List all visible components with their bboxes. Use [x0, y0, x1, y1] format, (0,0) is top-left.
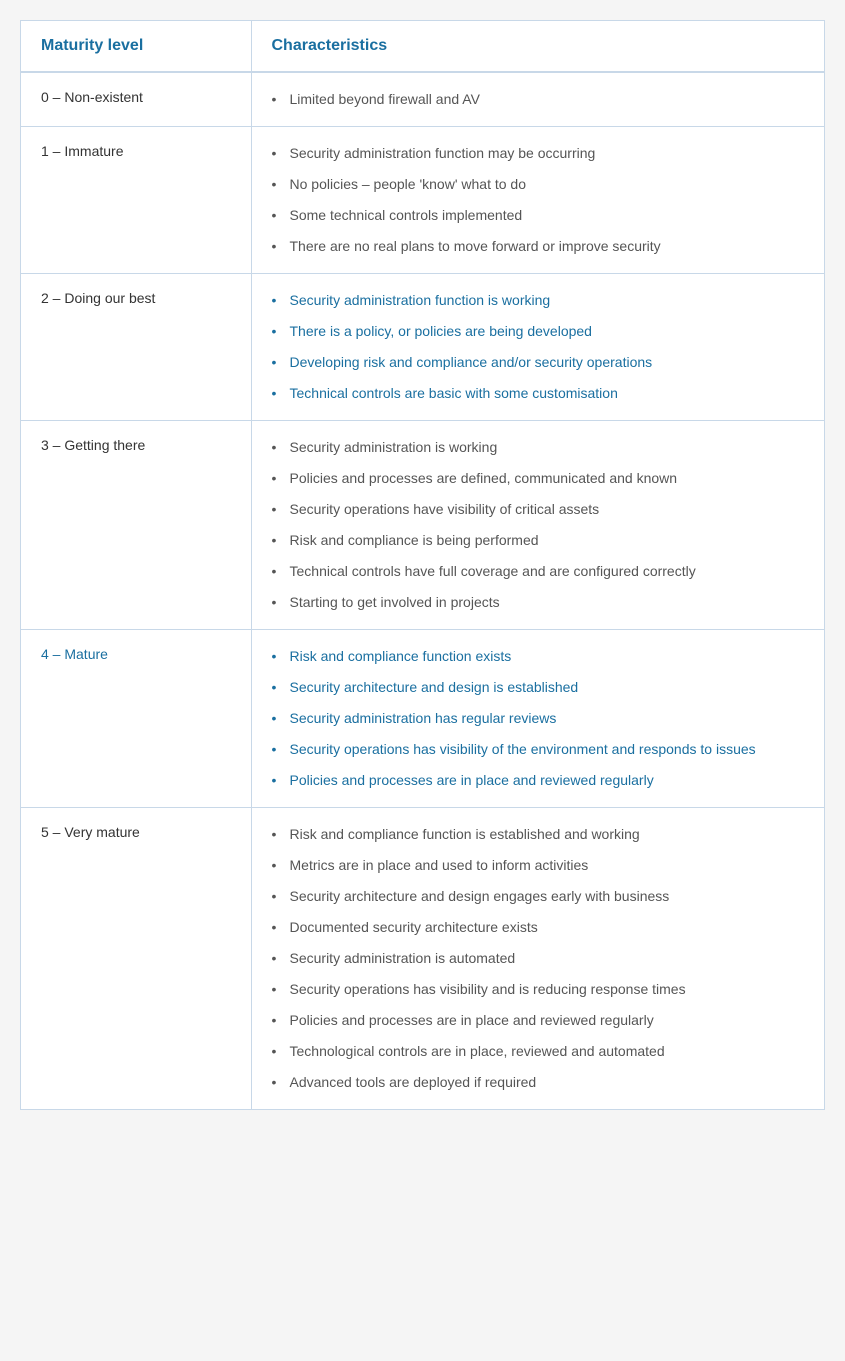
table-row: 1 – Immature Security administration func…	[21, 127, 824, 274]
maturity-table: Maturity level Characteristics 0 – Non-e…	[20, 20, 825, 1110]
list-item: There is a policy, or policies are being…	[272, 321, 805, 342]
table-header: Maturity level Characteristics	[21, 21, 824, 72]
list-item: Some technical controls implemented	[272, 205, 805, 226]
list-item: Security administration function may be …	[272, 143, 805, 164]
list-item: Security administration function is work…	[272, 290, 805, 311]
list-item: Risk and compliance is being performed	[272, 530, 805, 551]
list-item: Policies and processes are in place and …	[272, 1010, 805, 1031]
list-item: Security operations has visibility of th…	[272, 739, 805, 760]
list-item: Risk and compliance function is establis…	[272, 824, 805, 845]
characteristics-cell-3: Security administration is working Polici…	[251, 421, 824, 630]
list-item: Technical controls are basic with some c…	[272, 383, 805, 404]
list-item: Technical controls have full coverage an…	[272, 561, 805, 582]
level-cell-3: 3 – Getting there	[21, 421, 251, 630]
characteristics-cell-0: Limited beyond firewall and AV	[251, 72, 824, 127]
level-cell-1: 1 – Immature	[21, 127, 251, 274]
list-item: Security administration is working	[272, 437, 805, 458]
characteristics-cell-4: Risk and compliance function exists Secur…	[251, 630, 824, 808]
level-cell-5: 5 – Very mature	[21, 808, 251, 1110]
list-item: Risk and compliance function exists	[272, 646, 805, 667]
level-cell-0: 0 – Non-existent	[21, 72, 251, 127]
list-item: Starting to get involved in projects	[272, 592, 805, 613]
list-item: Security administration has regular revi…	[272, 708, 805, 729]
table-row: 3 – Getting thereSecurity administration…	[21, 421, 824, 630]
list-item: Security operations have visibility of c…	[272, 499, 805, 520]
level-cell-2: 2 – Doing our best	[21, 274, 251, 421]
list-item: Advanced tools are deployed if required	[272, 1072, 805, 1093]
list-item: Documented security architecture exists	[272, 917, 805, 938]
list-item: Metrics are in place and used to inform …	[272, 855, 805, 876]
col-maturity-level: Maturity level	[21, 21, 251, 72]
list-item: Developing risk and compliance and/or se…	[272, 352, 805, 373]
table-row: 4 – Mature Risk and compliance function e…	[21, 630, 824, 808]
list-item: There are no real plans to move forward …	[272, 236, 805, 257]
characteristics-cell-2: Security administration function is work…	[251, 274, 824, 421]
list-item: Limited beyond firewall and AV	[272, 89, 805, 110]
list-item: Security administration is automated	[272, 948, 805, 969]
list-item: Policies and processes are defined, comm…	[272, 468, 805, 489]
level-cell-4: 4 – Mature	[21, 630, 251, 808]
list-item: No policies – people 'know' what to do	[272, 174, 805, 195]
level-label: 4 – Mature	[41, 646, 108, 662]
list-item: Technological controls are in place, rev…	[272, 1041, 805, 1062]
characteristics-cell-5: Risk and compliance function is establis…	[251, 808, 824, 1110]
list-item: Security operations has visibility and i…	[272, 979, 805, 1000]
table-row: 0 – Non-existent Limited beyond firewall …	[21, 72, 824, 127]
table-row: 2 – Doing our best Security administratio…	[21, 274, 824, 421]
list-item: Policies and processes are in place and …	[272, 770, 805, 791]
characteristics-cell-1: Security administration function may be …	[251, 127, 824, 274]
list-item: Security architecture and design is esta…	[272, 677, 805, 698]
table-row: 5 – Very mature Risk and compliance funct…	[21, 808, 824, 1110]
col-characteristics: Characteristics	[251, 21, 824, 72]
list-item: Security architecture and design engages…	[272, 886, 805, 907]
